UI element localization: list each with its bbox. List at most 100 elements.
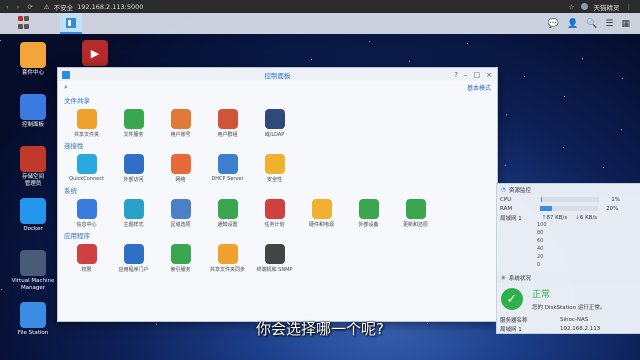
basic-mode-toggle[interactable]: 基本模式 bbox=[467, 83, 491, 92]
system-status-icon: ◉ bbox=[501, 274, 506, 281]
minimize-icon[interactable]: – bbox=[464, 71, 468, 79]
control-panel-item[interactable]: 域/LDAP bbox=[251, 105, 298, 138]
ram-label: RAM bbox=[500, 205, 513, 212]
control-panel-item[interactable]: 终端机和 SNMP bbox=[251, 240, 298, 273]
maximize-icon[interactable]: □ bbox=[474, 71, 481, 79]
section-title: 系统 bbox=[64, 187, 77, 195]
info-center-icon bbox=[76, 199, 97, 219]
task-scheduler-icon bbox=[264, 199, 285, 219]
system-status-title: 系统状况 bbox=[508, 275, 531, 282]
control-panel-window: 控制面板 ? – □ × ⌕ 基本模式 文件共享 共享文件夹 文件服务 用户账号 用户群… bbox=[57, 67, 498, 322]
control-panel-item[interactable]: 外部访问 bbox=[110, 150, 157, 183]
taskbar-control-panel[interactable] bbox=[60, 13, 82, 34]
url-text: 192.168.2.113:5000 bbox=[77, 2, 144, 11]
download-value: 6 KB/s bbox=[579, 214, 598, 221]
control-panel-item[interactable]: 通知设置 bbox=[204, 195, 251, 228]
dsm-taskbar: 💬 👤 🔍 ☰ ▦ bbox=[0, 13, 640, 34]
widget-title: 资源监控 bbox=[508, 187, 531, 194]
theme-icon bbox=[123, 199, 144, 219]
desktop-icon[interactable]: 套件中心 bbox=[8, 42, 58, 77]
control-panel-item-label: 共享文件夹 bbox=[73, 132, 99, 138]
control-panel-item[interactable]: DHCP Server bbox=[204, 150, 251, 183]
control-panel-item[interactable]: 用户群组 bbox=[204, 105, 251, 138]
browser-nav-icons[interactable]: ‹ › ⟳ bbox=[6, 3, 36, 11]
browser-user-name[interactable]: 天猫精灵 bbox=[594, 2, 620, 12]
upload-value: 87 KB/s bbox=[546, 214, 568, 221]
shared-folder-sync-icon bbox=[217, 244, 238, 264]
star-icon[interactable]: ☆ bbox=[569, 3, 575, 11]
regional-icon bbox=[170, 199, 191, 219]
control-panel-item-label: 索引服务 bbox=[170, 267, 191, 273]
video-subtitle: 你会选择哪一个呢? bbox=[256, 320, 384, 338]
control-panel-item-label: 区域选项 bbox=[170, 222, 191, 228]
options-icon[interactable]: ☰ bbox=[605, 19, 613, 29]
share-folder-icon bbox=[76, 109, 97, 129]
avatar[interactable] bbox=[580, 3, 588, 10]
search-icon[interactable]: ⌕ bbox=[64, 83, 68, 92]
control-panel-item[interactable]: QuickConnect bbox=[63, 150, 110, 183]
star bbox=[582, 58, 583, 59]
more-icon[interactable]: ⋮ bbox=[626, 3, 633, 11]
search-icon[interactable]: 🔍 bbox=[586, 19, 597, 29]
status-text: 正常 bbox=[532, 290, 551, 300]
desktop-icon[interactable]: 存储空间 管理员 bbox=[8, 146, 58, 188]
window-titlebar: 控制面板 ? – □ × bbox=[58, 68, 497, 81]
control-panel-item-label: 通知设置 bbox=[217, 222, 238, 228]
control-panel-item[interactable]: 共享文件夹 bbox=[63, 105, 110, 138]
control-panel-item[interactable]: 区域选项 bbox=[157, 195, 204, 228]
control-panel-item[interactable]: 网络 bbox=[157, 150, 204, 183]
app-icon bbox=[20, 42, 46, 68]
control-panel-item[interactable]: 外部设备 bbox=[345, 195, 392, 228]
update-restore-icon bbox=[405, 199, 426, 219]
play-icon: ▶ bbox=[82, 40, 108, 66]
close-icon[interactable]: × bbox=[486, 71, 492, 79]
indexing-icon bbox=[170, 244, 191, 264]
address-bar[interactable]: ⚠ 不安全 192.168.2.113:5000 bbox=[44, 2, 144, 12]
widgets-icon[interactable]: ▦ bbox=[621, 19, 630, 29]
star bbox=[563, 147, 564, 148]
control-panel-item-label: 共享文件夹同步 bbox=[209, 267, 245, 273]
control-panel-item[interactable]: 任务计划 bbox=[251, 195, 298, 228]
window-buttons: ? – □ × bbox=[454, 71, 492, 79]
cpu-value: 1% bbox=[611, 196, 620, 203]
control-panel-item[interactable]: 更新和还原 bbox=[392, 195, 439, 228]
control-panel-item[interactable]: 硬件和电源 bbox=[298, 195, 345, 228]
desktop-icon[interactable]: Docker bbox=[8, 198, 58, 233]
control-panel-item[interactable]: 索引服务 bbox=[157, 240, 204, 273]
help-icon[interactable]: ? bbox=[454, 71, 458, 79]
insecure-label: 不安全 bbox=[53, 3, 74, 12]
control-panel-item-label: 文件服务 bbox=[123, 132, 144, 138]
star bbox=[622, 78, 623, 79]
control-panel-item-label: 外部访问 bbox=[123, 177, 144, 183]
control-panel-item[interactable]: 应用程序门户 bbox=[110, 240, 157, 273]
desktop-icon-label: Docker bbox=[23, 226, 43, 232]
control-panel-item-label: 安全性 bbox=[266, 177, 282, 183]
control-panel-item[interactable]: 权限 bbox=[63, 240, 110, 273]
desktop-icon[interactable]: Virtual Machine Manager bbox=[8, 250, 58, 292]
control-panel-item[interactable]: 主题样式 bbox=[110, 195, 157, 228]
browser-right-controls: ☆ 天猫精灵 ⋮ bbox=[569, 2, 632, 12]
control-panel-item-label: 主题样式 bbox=[123, 222, 144, 228]
star bbox=[1, 289, 2, 290]
control-panel-item[interactable]: 共享文件夹同步 bbox=[204, 240, 251, 273]
video-app-icon[interactable]: ▶ bbox=[70, 40, 120, 68]
lan-label: 局域网 1 bbox=[500, 215, 522, 222]
star bbox=[524, 76, 525, 77]
control-panel-item[interactable]: 安全性 bbox=[251, 150, 298, 183]
desktop-icon[interactable]: 控制面板 bbox=[8, 94, 58, 129]
chat-icon[interactable]: 💬 bbox=[548, 19, 559, 29]
control-panel-item[interactable]: 文件服务 bbox=[110, 105, 157, 138]
star bbox=[506, 114, 507, 115]
control-panel-item[interactable]: 用户账号 bbox=[157, 105, 204, 138]
desktop-icon-label: 控制面板 bbox=[21, 122, 44, 128]
control-panel-icon bbox=[66, 17, 76, 28]
main-menu-button[interactable] bbox=[18, 15, 40, 32]
user-icon[interactable]: 👤 bbox=[567, 19, 578, 29]
cpu-bar bbox=[541, 197, 600, 202]
graph-scale: 100 80 60 40 20 0 bbox=[537, 222, 547, 268]
desktop-icon-label: 存储空间 管理员 bbox=[21, 174, 44, 187]
control-panel-item-label: 信息中心 bbox=[76, 222, 97, 228]
control-panel-item[interactable]: 信息中心 bbox=[63, 195, 110, 228]
window-title: 控制面板 bbox=[264, 71, 291, 80]
notification-icon bbox=[217, 199, 238, 219]
